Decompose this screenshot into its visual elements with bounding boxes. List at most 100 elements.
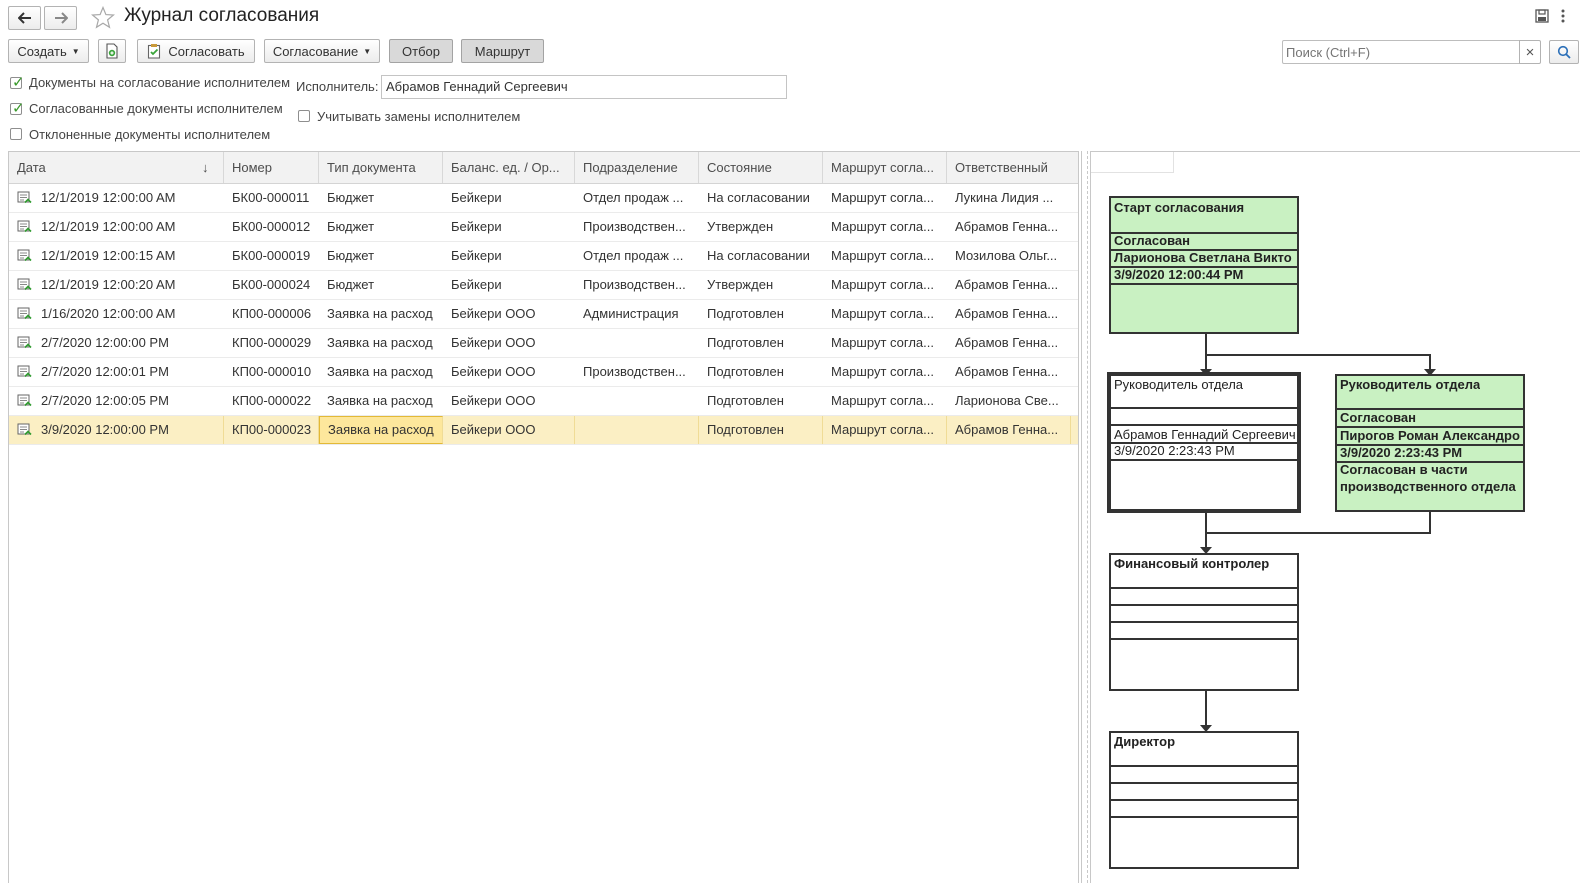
route-toggle-label: Маршрут xyxy=(474,43,531,59)
cell-route: Маршрут согла... xyxy=(831,277,934,292)
cell-date: 1/16/2020 12:00:00 AM xyxy=(41,306,176,321)
column-header-date[interactable]: Дата ↓ xyxy=(9,152,224,183)
column-header-org[interactable]: Баланс. ед. / Ор... xyxy=(443,152,575,183)
table-header: Дата ↓ Номер Тип документа Баланс. ед. /… xyxy=(9,152,1078,184)
document-icon xyxy=(17,394,32,407)
forward-button[interactable] xyxy=(44,6,77,30)
clipboard-check-icon xyxy=(148,44,161,59)
cell-type: Заявка на расход xyxy=(327,306,433,321)
cell-type: Заявка на расход xyxy=(319,416,443,444)
table-row[interactable]: 12/1/2019 12:00:00 AM БК00-000011 Бюджет Бе… xyxy=(9,184,1078,213)
approve-button-label: Согласовать xyxy=(168,43,245,59)
cell-date: 2/7/2020 12:00:01 PM xyxy=(41,364,169,379)
cell-number: КП00-000022 xyxy=(232,393,312,408)
cell-number: БК00-000024 xyxy=(232,277,311,292)
cell-number: КП00-000010 xyxy=(232,364,312,379)
cell-responsible: Абрамов Генна... xyxy=(955,306,1059,321)
check-icon: ✓ xyxy=(12,100,25,117)
cell-route: Маршрут согла... xyxy=(831,306,934,321)
on-approval-checkbox[interactable]: ✓ xyxy=(10,74,25,91)
sort-down-icon: ↓ xyxy=(202,160,209,175)
column-header-number[interactable]: Номер xyxy=(224,152,319,183)
search-clear-button[interactable]: × xyxy=(1519,40,1541,64)
favorite-star-icon[interactable] xyxy=(91,6,115,29)
node-person: Абрамов Геннадий Сергеевич xyxy=(1114,427,1296,442)
table-row[interactable]: 12/1/2019 12:00:20 AM БК00-000024 Бюджет Бе… xyxy=(9,271,1078,300)
route-node-director[interactable]: Директор xyxy=(1109,731,1299,869)
approved-checkbox[interactable]: ✓ xyxy=(10,100,25,117)
table-row[interactable]: 12/1/2019 12:00:00 AM БК00-000012 Бюджет Бе… xyxy=(9,213,1078,242)
document-add-icon xyxy=(106,43,118,59)
node-person: Ларионова Светлана Викто xyxy=(1114,250,1292,265)
table-row[interactable]: 2/7/2020 12:00:01 PM КП00-000010 Заявка на… xyxy=(9,358,1078,387)
cell-number: КП00-000023 xyxy=(224,416,319,444)
more-actions-icon[interactable] xyxy=(1560,8,1566,24)
splitter[interactable] xyxy=(1081,151,1088,883)
route-node-head-right[interactable]: Руководитель отдела Согласован Пирогов Р… xyxy=(1335,374,1525,512)
column-header-responsible[interactable]: Ответственный xyxy=(947,152,1071,183)
table-row[interactable]: 1/16/2020 12:00:00 AM КП00-000006 Заявка н… xyxy=(9,300,1078,329)
cell-dept: Производствен... xyxy=(583,277,686,292)
cell-org: Бейкери ООО xyxy=(443,416,575,444)
table-row[interactable]: 12/1/2019 12:00:15 AM БК00-000019 Бюджет Бе… xyxy=(9,242,1078,271)
save-icon[interactable] xyxy=(1535,9,1549,23)
node-datetime: 3/9/2020 2:23:43 PM xyxy=(1340,445,1463,460)
approve-button[interactable]: Согласовать xyxy=(137,39,255,63)
arrow-right-icon xyxy=(54,12,68,24)
table-row[interactable]: 2/7/2020 12:00:05 PM КП00-000022 Заявка на… xyxy=(9,387,1078,416)
column-header-state[interactable]: Состояние xyxy=(699,152,823,183)
cell-type: Бюджет xyxy=(327,277,375,292)
route-diagram-panel: Старт согласования Согласован Ларионова … xyxy=(1090,151,1580,883)
table-row[interactable]: 3/9/2020 12:00:00 PM КП00-000023 Заявка на… xyxy=(9,416,1078,445)
divider xyxy=(1111,765,1297,767)
document-icon xyxy=(17,278,32,291)
cell-number: КП00-000029 xyxy=(232,335,312,350)
check-icon: ✓ xyxy=(12,74,25,91)
cell-dept: Производствен... xyxy=(583,364,686,379)
consider-replacements-checkbox[interactable] xyxy=(298,110,310,122)
cell-responsible: Ларионова Све... xyxy=(955,393,1059,408)
document-icon xyxy=(17,423,32,436)
arrow-left-icon xyxy=(17,12,31,24)
route-node-head-left[interactable]: Руководитель отдела Абрамов Геннадий Сер… xyxy=(1107,372,1301,513)
cell-state: Утвержден xyxy=(707,277,774,292)
back-button[interactable] xyxy=(8,6,41,30)
table-row[interactable]: 2/7/2020 12:00:00 PM КП00-000029 Заявка на… xyxy=(9,329,1078,358)
search-button[interactable] xyxy=(1549,40,1579,64)
cell-type: Заявка на расход xyxy=(327,335,433,350)
node-comment-line-1: Согласован в части xyxy=(1340,462,1468,477)
route-node-start[interactable]: Старт согласования Согласован Ларионова … xyxy=(1109,196,1299,334)
cell-date: 12/1/2019 12:00:00 AM xyxy=(41,190,176,205)
rejected-checkbox[interactable] xyxy=(10,128,22,140)
cell-number: БК00-000012 xyxy=(232,219,311,234)
cell-org: Бейкери xyxy=(451,277,502,292)
cell-org: Бейкери ООО xyxy=(451,364,536,379)
cell-state: На согласовании xyxy=(707,248,810,263)
node-title: Руководитель отдела xyxy=(1340,377,1481,392)
cell-dept xyxy=(575,387,699,415)
executor-field[interactable]: Абрамов Геннадий Сергеевич xyxy=(381,75,787,99)
column-header-route[interactable]: Маршрут согла... xyxy=(823,152,947,183)
consider-replacements-label: Учитывать замены исполнителем xyxy=(317,109,521,124)
divider xyxy=(1111,621,1297,623)
cell-responsible: Лукина Лидия ... xyxy=(955,190,1054,205)
route-toggle-button[interactable]: Маршрут xyxy=(461,39,544,63)
rejected-label: Отклоненные документы исполнителем xyxy=(29,127,271,142)
cell-org: Бейкери ООО xyxy=(451,393,536,408)
filter-toggle-button[interactable]: Отбор xyxy=(389,39,453,63)
cell-state: На согласовании xyxy=(707,190,810,205)
add-document-button[interactable] xyxy=(98,39,126,63)
column-header-type[interactable]: Тип документа xyxy=(319,152,443,183)
route-node-financial-controller[interactable]: Финансовый контролер xyxy=(1109,553,1299,691)
cell-org: Бейкери ООО xyxy=(451,335,536,350)
divider xyxy=(1111,604,1297,606)
approval-menu-button[interactable]: Согласование ▼ xyxy=(264,39,380,63)
cell-type: Заявка на расход xyxy=(327,364,433,379)
cell-number: БК00-000019 xyxy=(232,248,311,263)
cell-date: 2/7/2020 12:00:00 PM xyxy=(41,335,169,350)
column-header-dept[interactable]: Подразделение xyxy=(575,152,699,183)
create-button[interactable]: Создать ▼ xyxy=(8,39,89,63)
cell-route: Маршрут согла... xyxy=(831,219,934,234)
search-input[interactable] xyxy=(1282,40,1520,64)
node-status: Согласован xyxy=(1340,410,1416,425)
